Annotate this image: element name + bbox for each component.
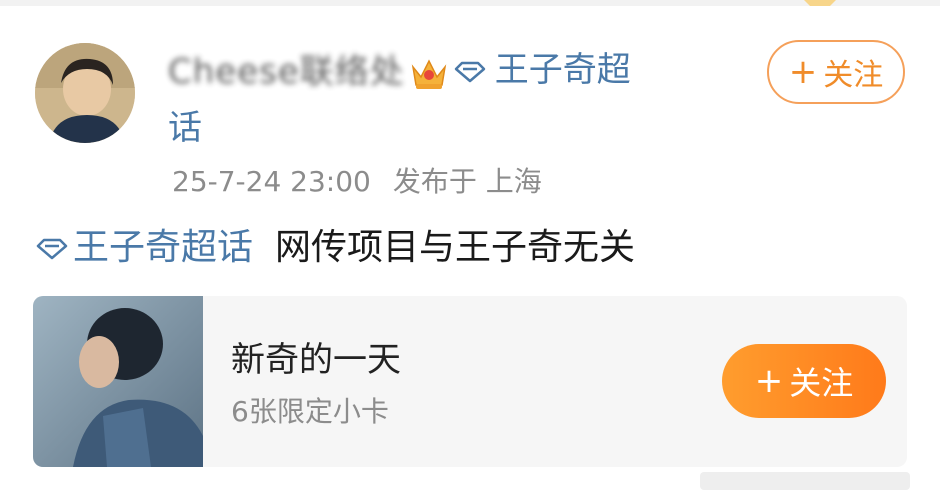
post-meta: 25-7-24 23:00 发布于 上海 <box>172 160 542 200</box>
post-location: 发布于 上海 <box>392 165 542 198</box>
post-topic-link[interactable]: 王子奇超话 <box>73 227 253 268</box>
plus-icon: + <box>754 361 784 401</box>
card-follow-button[interactable]: + 关注 <box>722 344 886 418</box>
top-decoration-icon <box>804 0 836 6</box>
promo-card[interactable]: 新奇的一天 6张限定小卡 + 关注 <box>33 296 907 467</box>
top-divider <box>0 0 940 6</box>
supertopic-diamond-icon <box>454 61 486 82</box>
author-avatar[interactable] <box>35 43 135 143</box>
author-header: Cheese联络处 王子奇超 话 <box>168 42 728 156</box>
plus-icon: + <box>788 52 818 92</box>
supertopic-diamond-icon <box>36 238 68 260</box>
follow-label: 关注 <box>789 364 854 402</box>
follow-label: 关注 <box>823 58 884 93</box>
crown-badge-icon <box>411 58 446 89</box>
card-subtitle: 6张限定小卡 <box>231 395 389 428</box>
post-timestamp: 25-7-24 23:00 <box>172 165 371 198</box>
card-cover-image <box>33 296 203 467</box>
post-text: 网传项目与王子奇无关 <box>275 227 636 268</box>
avatar-photo-icon <box>35 43 135 143</box>
card-title: 新奇的一天 <box>231 340 401 380</box>
bottom-watermark-icon <box>700 472 910 490</box>
follow-author-button[interactable]: + 关注 <box>767 40 905 104</box>
supertopic-link[interactable]: 王子奇超 <box>495 50 631 90</box>
author-name[interactable]: Cheese联络处 <box>168 44 405 100</box>
supertopic-link-wrap[interactable]: 话 <box>168 108 202 148</box>
post-body: 王子奇超话 网传项目与王子奇无关 <box>35 222 635 274</box>
